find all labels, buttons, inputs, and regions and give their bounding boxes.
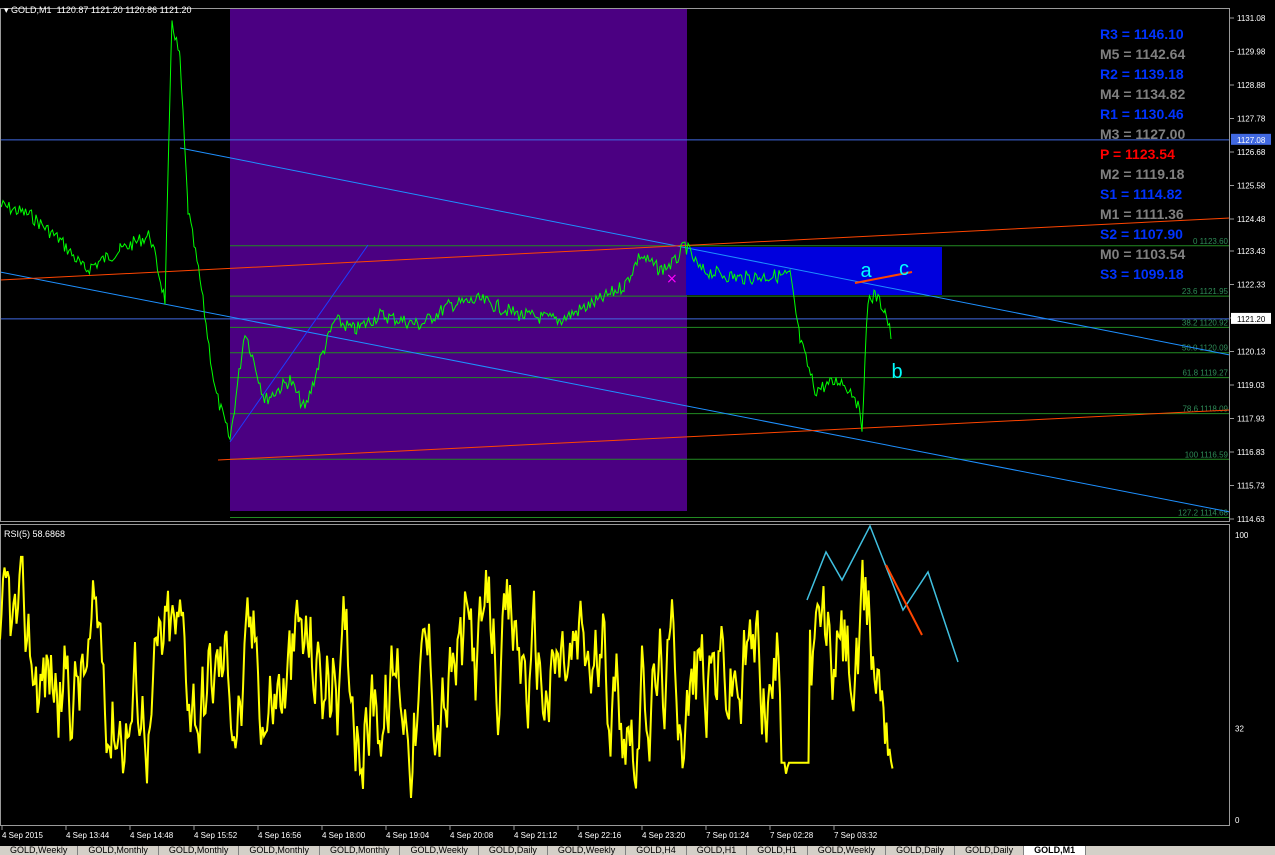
pivot-level-p: P = 1123.54 bbox=[1100, 146, 1175, 162]
chart-canvas[interactable]: 0 1123.6023.6 1121.9538.2 1120.9250.0 11… bbox=[0, 0, 1275, 855]
price-axis-label: 1124.48 bbox=[1237, 215, 1266, 224]
price-axis-label: 1117.93 bbox=[1237, 414, 1265, 423]
chart-tab[interactable]: GOLD,Weekly bbox=[400, 846, 479, 855]
price-axis-label: 1114.63 bbox=[1237, 515, 1265, 524]
pivot-levels-panel: R3 = 1146.10 M5 = 1142.64 R2 = 1139.18 M4 =… bbox=[1100, 24, 1205, 284]
chart-tab[interactable]: GOLD,H1 bbox=[687, 846, 748, 855]
price-axis-label: 1128.88 bbox=[1237, 81, 1266, 90]
symbol-label: GOLD,M1 bbox=[11, 5, 52, 15]
time-axis-label: 4 Sep 22:16 bbox=[578, 831, 622, 840]
pivot-level-r1: R1 = 1130.46 bbox=[1100, 106, 1184, 122]
time-axis-label: 7 Sep 03:32 bbox=[834, 831, 878, 840]
price-marker-label: 1127.08 bbox=[1237, 136, 1266, 145]
cross-marker: × bbox=[666, 271, 678, 287]
price-axis-label: 1126.68 bbox=[1237, 148, 1266, 157]
fib-level-label: 61.8 1119.27 bbox=[1182, 369, 1228, 378]
fib-level-label: 38.2 1120.92 bbox=[1182, 318, 1229, 327]
ohlc-label: 1120.87 1121.20 1120.86 1121.20 bbox=[56, 5, 192, 15]
rsi-line bbox=[0, 555, 894, 798]
time-axis-label: 7 Sep 01:24 bbox=[706, 831, 750, 840]
fib-level-label: 100 1116.59 bbox=[1185, 450, 1229, 459]
chart-tab[interactable]: GOLD,Monthly bbox=[320, 846, 401, 855]
time-axis-label: 4 Sep 21:12 bbox=[514, 831, 558, 840]
chart-tab[interactable]: GOLD,H4 bbox=[626, 846, 687, 855]
time-axis-label: 4 Sep 23:20 bbox=[642, 831, 686, 840]
chart-tab[interactable]: GOLD,Weekly bbox=[0, 846, 79, 855]
time-axis-label: 4 Sep 2015 bbox=[2, 831, 43, 840]
rsi-level-label: 0 bbox=[1235, 816, 1240, 825]
wave-label-c: c bbox=[899, 258, 909, 280]
time-axis-label: 4 Sep 18:00 bbox=[322, 831, 366, 840]
wave-label-b: b bbox=[891, 361, 902, 383]
price-axis-label: 1123.43 bbox=[1237, 247, 1266, 256]
time-axis-label: 4 Sep 14:48 bbox=[130, 831, 174, 840]
time-axis-label: 4 Sep 16:56 bbox=[258, 831, 302, 840]
chart-tab-bar: GOLD,Weekly GOLD,Monthly GOLD,Monthly GOLD,… bbox=[0, 846, 1275, 855]
pivot-level-r3: R3 = 1146.10 bbox=[1100, 26, 1184, 42]
pivot-level-s1: S1 = 1114.82 bbox=[1100, 186, 1183, 202]
chart-tab[interactable]: GOLD,Monthly bbox=[239, 846, 320, 855]
chart-tab[interactable]: GOLD,Daily bbox=[479, 846, 548, 855]
rsi-level-label: 100 bbox=[1235, 531, 1249, 540]
wave-label-a: a bbox=[860, 260, 872, 282]
rsi-header: RSI(5) 58.6868 bbox=[4, 529, 66, 539]
pivot-level-m4: M4 = 1134.82 bbox=[1100, 86, 1186, 102]
price-axis-label: 1119.03 bbox=[1237, 381, 1265, 390]
fib-level-label: 23.6 1121.95 bbox=[1182, 287, 1229, 296]
chart-tab[interactable]: GOLD,Daily bbox=[955, 846, 1025, 855]
chart-tab[interactable]: GOLD,M1 bbox=[1024, 846, 1087, 855]
chart-tab[interactable]: GOLD,Daily bbox=[886, 846, 956, 855]
fib-level-label: 50.0 1120.09 bbox=[1182, 344, 1229, 353]
current-price-label: 1121.20 bbox=[1237, 315, 1266, 324]
pivot-level-s3: S3 = 1099.18 bbox=[1100, 266, 1184, 282]
pivot-level-m2: M2 = 1119.18 bbox=[1100, 166, 1185, 182]
pivot-level-s2: S2 = 1107.90 bbox=[1100, 226, 1183, 242]
price-axis-label: 1125.58 bbox=[1237, 182, 1266, 191]
session-highlight-box bbox=[230, 9, 687, 511]
chart-tab[interactable]: GOLD,H1 bbox=[747, 846, 808, 855]
pivot-level-m1: M1 = 1111.36 bbox=[1100, 206, 1184, 222]
chart-header: ▾ GOLD,M1 1120.87 1121.20 1120.86 1121.2… bbox=[4, 5, 192, 15]
pivot-level-m3: M3 = 1127.00 bbox=[1100, 126, 1186, 142]
time-axis-label: 4 Sep 15:52 bbox=[194, 831, 238, 840]
price-axis-label: 1131.08 bbox=[1237, 14, 1266, 23]
time-axis-label: 4 Sep 20:08 bbox=[450, 831, 494, 840]
price-axis-label: 1129.98 bbox=[1237, 48, 1266, 57]
price-axis-label: 1122.33 bbox=[1237, 280, 1266, 289]
rsi-level-label: 32 bbox=[1235, 724, 1244, 733]
time-axis-label: 7 Sep 02:28 bbox=[770, 831, 814, 840]
pivot-level-r2: R2 = 1139.18 bbox=[1100, 66, 1184, 82]
chart-tab[interactable]: GOLD,Monthly bbox=[78, 846, 159, 855]
chart-tab[interactable]: GOLD,Weekly bbox=[808, 846, 887, 855]
price-axis-label: 1115.73 bbox=[1237, 481, 1265, 490]
price-axis-label: 1120.13 bbox=[1237, 347, 1266, 356]
chart-tab[interactable]: GOLD,Monthly bbox=[159, 846, 240, 855]
pivot-level-m0: M0 = 1103.54 bbox=[1100, 246, 1186, 262]
price-axis-label: 1116.83 bbox=[1237, 448, 1265, 457]
chart-tab[interactable]: GOLD,Weekly bbox=[548, 846, 627, 855]
time-axis-label: 4 Sep 19:04 bbox=[386, 831, 430, 840]
price-axis-label: 1127.78 bbox=[1237, 115, 1266, 124]
time-axis-label: 4 Sep 13:44 bbox=[66, 831, 110, 840]
rsi-trendline bbox=[885, 564, 923, 636]
pivot-level-m5: M5 = 1142.64 bbox=[1100, 46, 1186, 62]
